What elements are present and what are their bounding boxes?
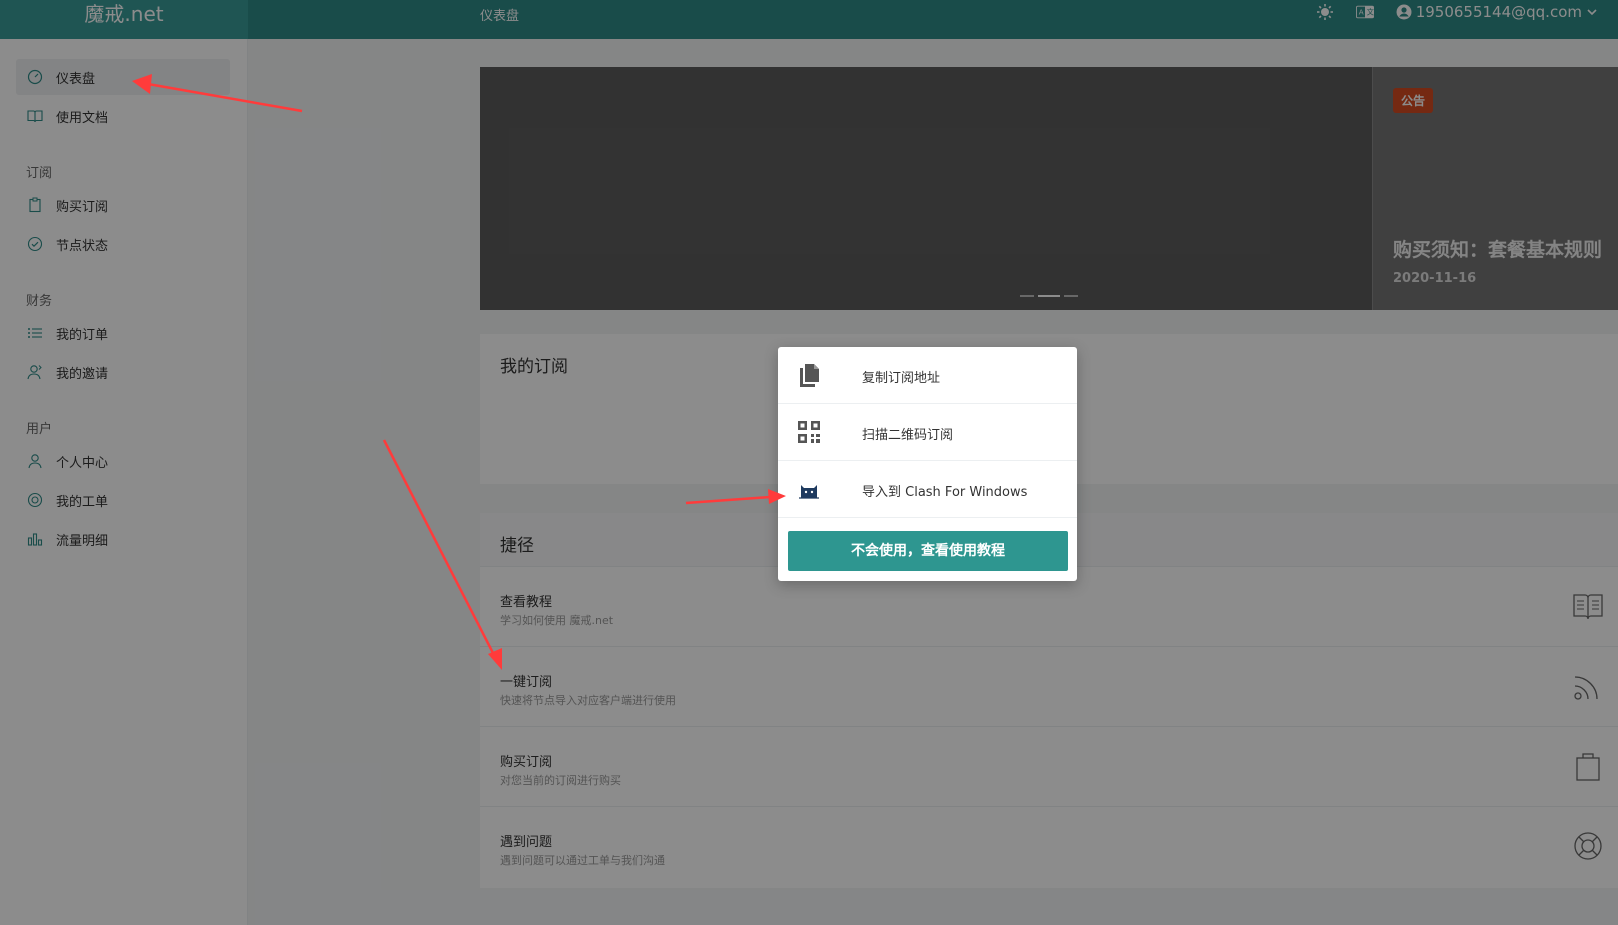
modal-item-label: 导入到 Clash For Windows [862, 485, 1028, 500]
qrcode-icon [798, 421, 820, 443]
view-tutorial-button[interactable]: 不会使用，查看使用教程 [788, 531, 1068, 571]
modal-item-scan-qrcode[interactable]: 扫描二维码订阅 [778, 404, 1077, 461]
clash-cat-icon [799, 485, 819, 499]
modal-item-label: 扫描二维码订阅 [862, 428, 954, 443]
modal-item-import-clash[interactable]: 导入到 Clash For Windows [778, 461, 1077, 518]
subscribe-modal: 复制订阅地址 扫描二维码订阅 导入到 Clash For Windows 不会使… [778, 347, 1077, 581]
copy-icon [800, 364, 819, 387]
modal-item-label: 复制订阅地址 [862, 371, 941, 386]
modal-item-copy-url[interactable]: 复制订阅地址 [778, 347, 1077, 404]
